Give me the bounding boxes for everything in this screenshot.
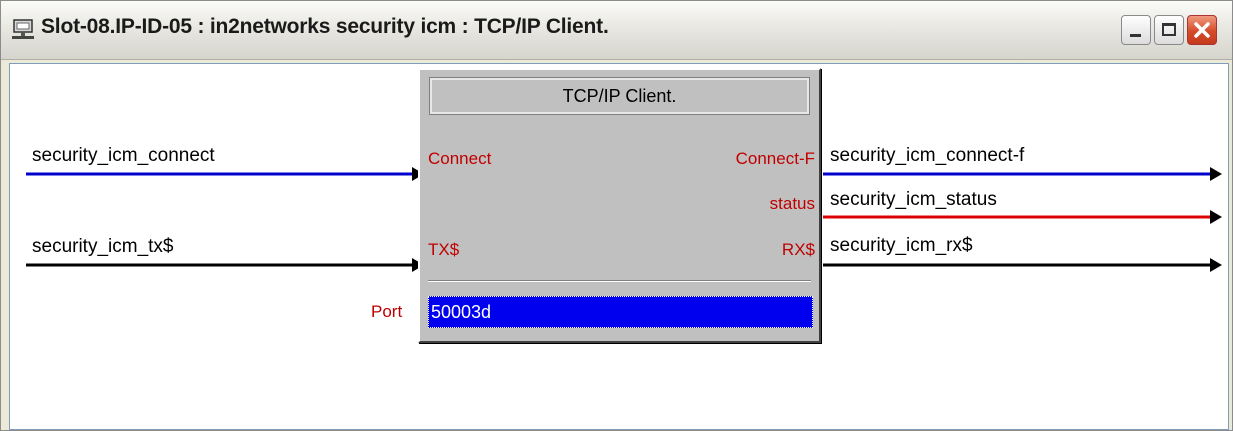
input-port-connect: Connect <box>428 149 492 168</box>
signal-in-connect[interactable]: security_icm_connect <box>32 145 215 167</box>
title-bar[interactable]: Slot-08.IP-ID-05 : in2networks security … <box>1 1 1232 60</box>
output-port-rx: RX$ <box>781 240 815 259</box>
maximize-icon <box>1162 23 1176 36</box>
network-computer-icon <box>12 19 34 39</box>
symbol-canvas: security_icm_connect security_icm_tx$ se… <box>9 63 1229 430</box>
maximize-button[interactable] <box>1154 15 1184 45</box>
signal-out-status[interactable]: security_icm_status <box>830 189 997 211</box>
port-parameter-field[interactable]: 50003d <box>428 296 813 328</box>
parameter-divider <box>428 280 811 282</box>
signal-in-tx[interactable]: security_icm_tx$ <box>32 236 174 258</box>
arrow-out-status <box>1210 210 1222 224</box>
parameter-label-port: Port <box>371 302 403 321</box>
minimize-icon <box>1130 34 1141 37</box>
window-title: Slot-08.IP-ID-05 : in2networks security … <box>41 15 609 38</box>
symbol-detail-window: Slot-08.IP-ID-05 : in2networks security … <box>0 0 1233 431</box>
signal-out-connect-f[interactable]: security_icm_connect-f <box>830 145 1024 167</box>
output-port-status: status <box>769 194 815 213</box>
minimize-button[interactable] <box>1121 15 1151 45</box>
close-button[interactable] <box>1187 15 1217 45</box>
input-port-tx: TX$ <box>428 240 460 259</box>
close-icon <box>1194 22 1210 38</box>
signal-out-rx[interactable]: security_icm_rx$ <box>830 235 973 257</box>
output-port-connect-f: Connect-F <box>735 149 815 168</box>
tcp-ip-client-symbol[interactable]: TCP/IP Client. Connect Connect-F status … <box>418 68 821 343</box>
symbol-title: TCP/IP Client. <box>429 77 810 115</box>
arrow-out-connect-f <box>1210 167 1222 181</box>
arrow-out-rx <box>1210 258 1222 272</box>
